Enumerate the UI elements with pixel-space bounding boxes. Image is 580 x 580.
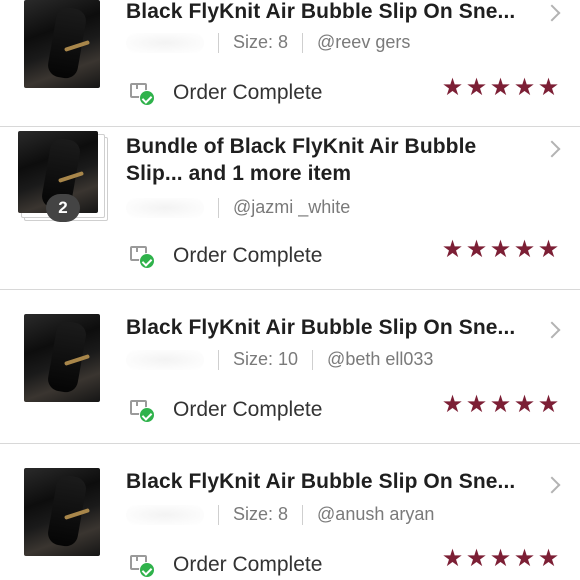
- chevron-right-icon[interactable]: [543, 4, 561, 22]
- redacted-text: [126, 197, 204, 218]
- star-icon: ★: [465, 545, 488, 572]
- size-label: Size: 8: [233, 32, 289, 52]
- product-thumbnail: [24, 314, 100, 402]
- buyer-username[interactable]: @reev gers: [317, 32, 410, 53]
- size-label: Size: 8: [233, 504, 289, 524]
- product-thumbnail: [24, 468, 100, 556]
- rating-stars: ★ ★ ★ ★ ★: [440, 545, 560, 572]
- status-text: Order Complete: [173, 398, 323, 421]
- package-check-icon: [128, 81, 155, 106]
- divider: [218, 197, 219, 218]
- buyer-username[interactable]: @beth ell033: [327, 349, 433, 370]
- divider: [218, 504, 219, 525]
- order-title: Black FlyKnit Air Bubble Slip On Sne...: [126, 0, 516, 23]
- order-row[interactable]: Black FlyKnit Air Bubble Slip On Sne... …: [0, 0, 580, 127]
- rating-stars: ★ ★ ★ ★ ★: [440, 74, 560, 101]
- chevron-right-icon[interactable]: [543, 476, 561, 494]
- star-icon: ★: [537, 74, 560, 101]
- chevron-right-icon[interactable]: [543, 321, 561, 339]
- order-title: Black FlyKnit Air Bubble Slip On Sne...: [126, 316, 516, 339]
- order-status: Order Complete: [128, 81, 323, 106]
- status-text: Order Complete: [173, 553, 323, 576]
- order-title: Black FlyKnit Air Bubble Slip On Sne...: [126, 470, 516, 493]
- star-icon: ★: [465, 74, 488, 101]
- star-icon: ★: [489, 545, 512, 572]
- order-title-line2: Slip... and 1 more item: [126, 162, 352, 185]
- star-icon: ★: [537, 236, 560, 263]
- size-label: Size: 10: [233, 349, 299, 369]
- star-icon: ★: [441, 236, 464, 263]
- order-meta: Size: 10 @beth ell033: [126, 349, 433, 370]
- star-icon: ★: [489, 391, 512, 418]
- star-icon: ★: [513, 545, 536, 572]
- star-icon: ★: [537, 545, 560, 572]
- product-thumbnail: [24, 0, 100, 88]
- rating-stars: ★ ★ ★ ★ ★: [440, 236, 560, 263]
- star-icon: ★: [489, 74, 512, 101]
- divider: [312, 349, 314, 370]
- order-status: Order Complete: [128, 398, 323, 423]
- star-icon: ★: [465, 391, 488, 418]
- rating-stars: ★ ★ ★ ★ ★: [440, 391, 560, 418]
- order-row[interactable]: Black FlyKnit Air Bubble Slip On Sne... …: [0, 444, 580, 580]
- bundle-thumbnail: 2: [18, 129, 108, 222]
- order-meta: Size: 8 @anush aryan: [126, 504, 434, 525]
- divider: [302, 504, 304, 525]
- order-meta: @jazmi _white: [126, 197, 350, 218]
- package-check-icon: [128, 244, 155, 269]
- star-icon: ★: [537, 391, 560, 418]
- order-status: Order Complete: [128, 553, 323, 578]
- buyer-username[interactable]: @anush aryan: [317, 504, 434, 525]
- star-icon: ★: [441, 545, 464, 572]
- star-icon: ★: [441, 74, 464, 101]
- status-text: Order Complete: [173, 244, 323, 267]
- divider: [218, 32, 219, 53]
- bundle-count-badge: 2: [46, 194, 80, 222]
- redacted-text: [126, 504, 204, 525]
- status-text: Order Complete: [173, 81, 323, 104]
- order-status: Order Complete: [128, 244, 323, 269]
- chevron-right-icon[interactable]: [543, 140, 561, 158]
- star-icon: ★: [441, 391, 464, 418]
- order-meta: Size: 8 @reev gers: [126, 32, 410, 53]
- buyer-username[interactable]: @jazmi _white: [233, 197, 350, 218]
- star-icon: ★: [513, 74, 536, 101]
- redacted-text: [126, 32, 204, 53]
- order-row[interactable]: Black FlyKnit Air Bubble Slip On Sne... …: [0, 290, 580, 444]
- star-icon: ★: [489, 236, 512, 263]
- order-row[interactable]: 2 Bundle of Black FlyKnit Air Bubble Sli…: [0, 127, 580, 290]
- divider: [218, 349, 219, 370]
- divider: [302, 32, 304, 53]
- redacted-text: [126, 349, 204, 370]
- package-check-icon: [128, 553, 155, 578]
- star-icon: ★: [513, 391, 536, 418]
- star-icon: ★: [465, 236, 488, 263]
- star-icon: ★: [513, 236, 536, 263]
- order-title: Bundle of Black FlyKnit Air Bubble: [126, 135, 477, 158]
- package-check-icon: [128, 398, 155, 423]
